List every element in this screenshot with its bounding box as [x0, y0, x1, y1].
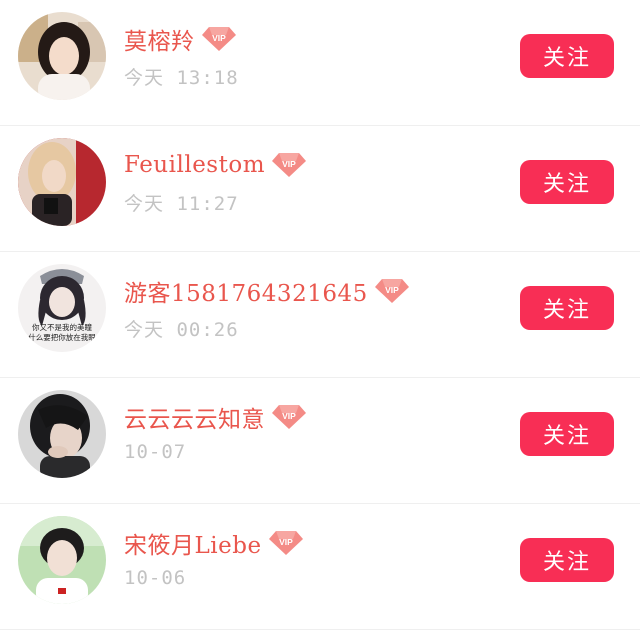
- follow-button[interactable]: 关注: [520, 34, 614, 78]
- avatar-caption: 什么要把你放在我眼: [28, 332, 96, 342]
- vip-label: VIP: [385, 285, 399, 295]
- user-name[interactable]: 云云云云知意: [124, 400, 265, 434]
- vip-badge-icon: VIP: [201, 26, 237, 52]
- portrait-photo-icon: [18, 390, 106, 478]
- vip-badge-icon: VIP: [271, 404, 307, 430]
- vip-badge-icon: VIP: [374, 278, 410, 304]
- name-line: 宋筱月Liebe VIP: [124, 526, 304, 560]
- timestamp: 10-07: [124, 441, 187, 463]
- timestamp: 今天 13:18: [124, 67, 239, 89]
- vip-badge-icon: VIP: [271, 152, 307, 178]
- follow-button[interactable]: 关注: [520, 412, 614, 456]
- follow-button[interactable]: 关注: [520, 286, 614, 330]
- timestamp: 今天 00:26: [124, 319, 239, 341]
- timestamp: 10-06: [124, 567, 187, 589]
- user-name[interactable]: Feuillestom: [124, 152, 265, 178]
- list-item[interactable]: 云云云云知意 VIP 10-07 关注: [0, 378, 640, 504]
- portrait-photo-icon: [18, 138, 106, 226]
- avatar[interactable]: [18, 12, 106, 100]
- portrait-photo-icon: [18, 12, 106, 100]
- vip-label: VIP: [279, 537, 293, 547]
- name-line: Feuillestom VIP: [124, 148, 307, 182]
- list-item[interactable]: 你又不是我的美瞳 什么要把你放在我眼 游客1581764321645 VIP 今…: [0, 252, 640, 378]
- list-item[interactable]: Feuillestom VIP 今天 11:27 关注: [0, 126, 640, 252]
- avatar-caption: 你又不是我的美瞳: [32, 322, 92, 332]
- user-name[interactable]: 莫榕羚: [124, 22, 195, 56]
- vip-label: VIP: [212, 33, 226, 43]
- portrait-photo-icon: [18, 516, 106, 604]
- avatar[interactable]: [18, 138, 106, 226]
- timestamp: 今天 11:27: [124, 193, 239, 215]
- list-item[interactable]: 莫榕羚 VIP 今天 13:18 关注: [0, 0, 640, 126]
- follow-button[interactable]: 关注: [520, 538, 614, 582]
- anime-portrait-icon: 你又不是我的美瞳 什么要把你放在我眼: [18, 264, 106, 352]
- list-item[interactable]: 宋筱月Liebe VIP 10-06 关注: [0, 504, 640, 630]
- avatar[interactable]: [18, 390, 106, 478]
- vip-badge-icon: VIP: [268, 530, 304, 556]
- vip-label: VIP: [282, 159, 296, 169]
- user-name[interactable]: 宋筱月Liebe: [124, 526, 262, 560]
- vip-label: VIP: [282, 411, 296, 421]
- user-name[interactable]: 游客1581764321645: [124, 274, 368, 308]
- user-list: 莫榕羚 VIP 今天 13:18 关注 Feuillestom VIP 今天 1…: [0, 0, 640, 630]
- name-line: 莫榕羚 VIP: [124, 22, 237, 56]
- name-line: 游客1581764321645 VIP: [124, 274, 410, 308]
- name-line: 云云云云知意 VIP: [124, 400, 307, 434]
- avatar[interactable]: 你又不是我的美瞳 什么要把你放在我眼: [18, 264, 106, 352]
- follow-button[interactable]: 关注: [520, 160, 614, 204]
- avatar[interactable]: [18, 516, 106, 604]
